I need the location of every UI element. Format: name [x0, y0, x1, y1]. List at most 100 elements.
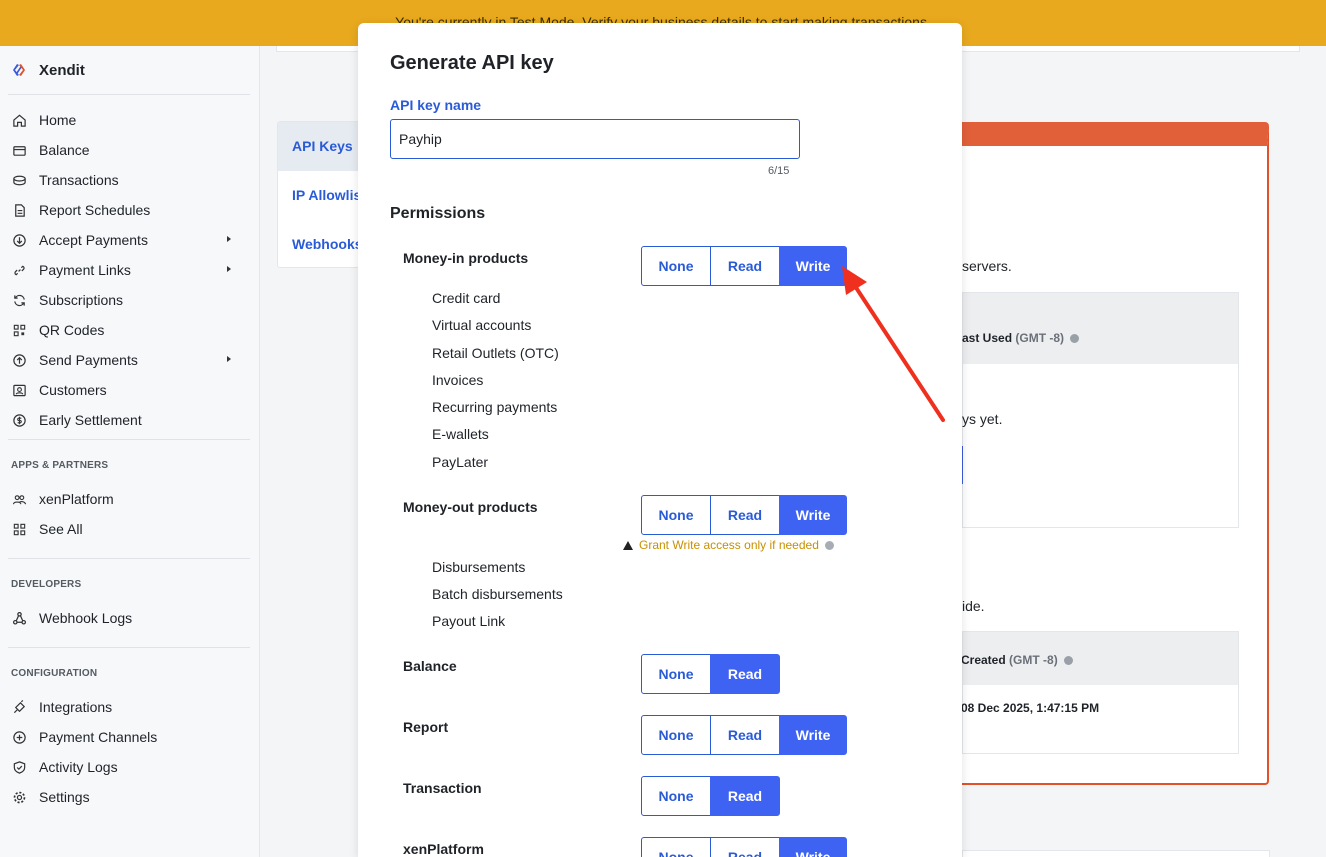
contact-icon — [11, 382, 27, 398]
info-icon[interactable] — [824, 540, 834, 550]
api-key-name-input[interactable] — [390, 119, 800, 159]
users-icon — [11, 491, 27, 507]
sidebar: Xendit Home Balance Transactions Report Sch… — [0, 46, 260, 857]
sidebar-item-transactions[interactable]: Transactions — [0, 165, 259, 195]
money-in-products-write-button[interactable]: Write — [779, 246, 847, 286]
sidebar-item-label: See All — [39, 521, 83, 537]
sidebar-item-label: Webhook Logs — [39, 610, 133, 626]
upload-circle-icon — [11, 352, 27, 368]
sidebar-item-label: Send Payments — [39, 352, 138, 368]
permissions-title: Permissions — [390, 205, 486, 222]
last-used-label: ast Used — [962, 331, 1013, 345]
sidebar-item-integrations[interactable]: Integrations — [0, 692, 259, 722]
sidebar-item-label: Early Settlement — [39, 412, 142, 428]
product-item-payout-link: Payout Link — [432, 613, 506, 629]
money-in-products-none-button[interactable]: None — [641, 246, 711, 286]
grid-icon — [11, 521, 27, 537]
character-counter: 6/15 — [768, 165, 790, 177]
report-none-button[interactable]: None — [641, 715, 711, 755]
transaction-none-button[interactable]: None — [641, 776, 711, 816]
write-warning-text: Grant Write access only if needed — [639, 538, 819, 552]
sidebar-item-label: Report Schedules — [39, 202, 151, 218]
money-out-products-write-button[interactable]: Write — [779, 495, 847, 535]
permission-label-report: Report — [403, 719, 449, 735]
sidebar-item-home[interactable]: Home — [0, 105, 259, 135]
permission-label-money-out-products: Money-out products — [403, 499, 538, 515]
bottom-card — [962, 850, 1270, 857]
last-used-timezone: (GMT -8) — [1015, 331, 1065, 345]
sidebar-item-xenplatform[interactable]: xenPlatform — [0, 484, 259, 514]
guide-text: ide. — [962, 598, 985, 614]
permission-toggle-xenplatform: None Read Write — [641, 837, 847, 857]
permission-toggle-report: None Read Write — [641, 715, 847, 755]
sidebar-item-report-schedules[interactable]: Report Schedules — [0, 195, 259, 225]
sidebar-item-qr-codes[interactable]: QR Codes — [0, 315, 259, 345]
report-write-button[interactable]: Write — [779, 715, 847, 755]
qr-icon — [11, 322, 27, 338]
sidebar-item-see-all[interactable]: See All — [0, 514, 259, 544]
sidebar-item-label: Subscriptions — [39, 292, 124, 308]
balance-read-button[interactable]: Read — [710, 654, 780, 694]
product-item-batch-disbursements: Batch disbursements — [432, 586, 563, 602]
xenplatform-read-button[interactable]: Read — [710, 837, 780, 857]
modal-title: Generate API key — [390, 52, 554, 74]
sidebar-item-label: Settings — [39, 789, 90, 805]
permission-label-balance: Balance — [403, 658, 457, 674]
sidebar-item-label: Payment Channels — [39, 729, 158, 745]
sidebar-item-label: Payment Links — [39, 262, 131, 278]
report-read-button[interactable]: Read — [710, 715, 780, 755]
permission-label-transaction: Transaction — [403, 780, 482, 796]
sidebar-item-payment-links[interactable]: Payment Links — [0, 255, 259, 285]
money-in-products-read-button[interactable]: Read — [710, 246, 780, 286]
link-icon — [11, 262, 27, 278]
webhook-icon — [11, 610, 27, 626]
shield-icon — [11, 759, 27, 775]
nav-configuration: Integrations Payment Channels Activity Log… — [0, 692, 259, 812]
xenplatform-none-button[interactable]: None — [641, 837, 711, 857]
sidebar-item-webhook-logs[interactable]: Webhook Logs — [0, 603, 259, 633]
api-key-name-label: API key name — [390, 97, 482, 113]
money-out-products-none-button[interactable]: None — [641, 495, 711, 535]
permission-toggle-transaction: None Read — [641, 776, 780, 816]
generate-api-key-modal: Generate API key API key name 6/15 Permi… — [358, 23, 962, 857]
nav-developers: Webhook Logs — [0, 603, 259, 633]
transaction-read-button[interactable]: Read — [710, 776, 780, 816]
sidebar-item-payment-channels[interactable]: Payment Channels — [0, 722, 259, 752]
sidebar-item-activity-logs[interactable]: Activity Logs — [0, 752, 259, 782]
sidebar-item-settings[interactable]: Settings — [0, 782, 259, 812]
api-keys-table-header — [963, 293, 1238, 364]
xenplatform-write-button[interactable]: Write — [779, 837, 847, 857]
product-item-credit-card: Credit card — [432, 290, 501, 306]
permission-toggle-money-in-products: None Read Write — [641, 246, 847, 286]
refresh-icon — [11, 292, 27, 308]
chevron-right-icon — [227, 266, 231, 272]
sidebar-item-subscriptions[interactable]: Subscriptions — [0, 285, 259, 315]
sidebar-item-accept-payments[interactable]: Accept Payments — [0, 225, 259, 255]
chevron-right-icon — [227, 356, 231, 362]
sidebar-item-customers[interactable]: Customers — [0, 375, 259, 405]
balance-none-button[interactable]: None — [641, 654, 711, 694]
info-icon[interactable] — [1070, 334, 1080, 343]
chevron-right-icon — [227, 236, 231, 242]
sidebar-item-balance[interactable]: Balance — [0, 135, 259, 165]
info-icon[interactable] — [1063, 656, 1073, 665]
created-column: Created (GMT -8) — [961, 653, 1073, 667]
brand[interactable]: Xendit — [0, 46, 259, 94]
sidebar-item-early-settlement[interactable]: Early Settlement — [0, 405, 259, 435]
sidebar-item-label: Accept Payments — [39, 232, 148, 248]
brand-name: Xendit — [39, 61, 85, 79]
permission-toggle-money-out-products: None Read Write — [641, 495, 847, 535]
sidebar-item-send-payments[interactable]: Send Payments — [0, 345, 259, 375]
plus-circle-icon — [11, 729, 27, 745]
servers-text: servers. — [962, 258, 1012, 274]
product-item-retail-outlets-otc: Retail Outlets (OTC) — [432, 345, 559, 361]
created-label: Created — [961, 653, 1006, 667]
sidebar-item-label: QR Codes — [39, 322, 105, 338]
money-out-products-read-button[interactable]: Read — [710, 495, 780, 535]
created-timezone: (GMT -8) — [1009, 653, 1058, 667]
sidebar-item-label: Activity Logs — [39, 759, 118, 775]
section-title-configuration: CONFIGURATION — [11, 668, 98, 679]
no-keys-text: ys yet. — [962, 411, 1003, 427]
coins-icon — [11, 172, 27, 188]
product-item-recurring-payments: Recurring payments — [432, 399, 558, 415]
